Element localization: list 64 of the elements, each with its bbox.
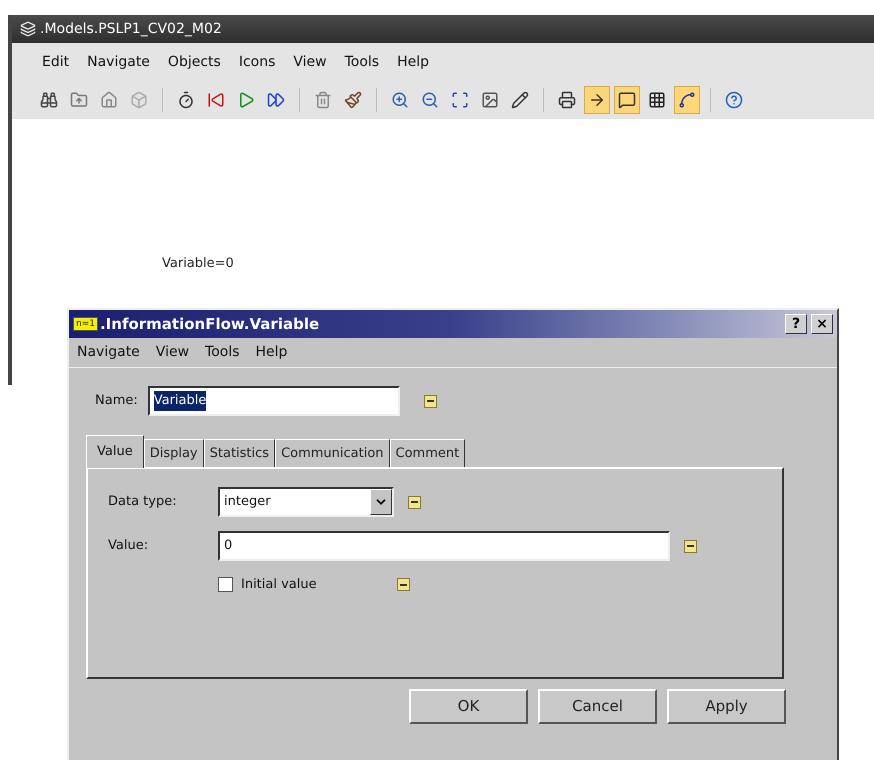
help-icon: [725, 91, 743, 109]
image-icon: [481, 91, 499, 109]
arrow-icon: [588, 91, 606, 109]
home-icon: [100, 91, 118, 109]
equals-icon[interactable]: [424, 394, 437, 408]
trash-icon: [314, 91, 332, 109]
dropdown-value: integer: [224, 493, 272, 512]
dialog-button[interactable]: Cancel: [538, 689, 657, 724]
menu-item[interactable]: Objects: [168, 52, 221, 72]
binoculars-icon: [40, 91, 58, 109]
tab[interactable]: Statistics: [204, 439, 276, 467]
menu-item[interactable]: Tools: [205, 342, 240, 363]
equals-icon[interactable]: [408, 496, 421, 508]
menu-item[interactable]: View: [293, 52, 327, 72]
dialog-title: .InformationFlow.Variable: [100, 314, 320, 335]
menu-item[interactable]: Help: [397, 52, 430, 72]
variable-icon: n=1: [73, 317, 98, 331]
menu-item[interactable]: Help: [256, 342, 288, 363]
play-icon: [237, 91, 255, 109]
tab[interactable]: Comment: [390, 439, 466, 467]
value-field[interactable]: 0: [218, 531, 670, 561]
help-button[interactable]: ?: [785, 314, 807, 334]
curve-icon: [678, 91, 696, 109]
folder-up-icon: [70, 91, 88, 109]
data-type-dropdown[interactable]: integer: [218, 487, 394, 517]
menu-item[interactable]: Tools: [344, 52, 380, 72]
field-label: Name:: [95, 392, 138, 410]
grid-icon: [648, 91, 666, 109]
brush-icon: [344, 91, 362, 109]
fast-forward-icon: [267, 91, 285, 109]
tab[interactable]: Value: [86, 435, 144, 468]
tab[interactable]: Communication: [275, 439, 390, 467]
equals-icon[interactable]: [397, 578, 410, 592]
checkbox[interactable]: [218, 577, 233, 592]
menu-item[interactable]: View: [156, 342, 190, 363]
tab[interactable]: Display: [144, 439, 204, 467]
pencil-icon: [511, 91, 529, 109]
zoom-in-icon: [391, 91, 409, 109]
close-button[interactable]: ×: [811, 314, 833, 334]
dialog-button[interactable]: Apply: [667, 689, 786, 724]
field-label: Value:: [108, 537, 150, 556]
menu-item[interactable]: Icons: [238, 52, 276, 72]
toolbar-button[interactable]: [584, 86, 610, 114]
menu-item[interactable]: Edit: [42, 52, 70, 72]
field-label: Data type:: [108, 493, 178, 512]
speech-bubble-icon: [618, 91, 636, 109]
stopwatch-icon: [177, 91, 195, 109]
checkbox-label: Initial value: [241, 576, 318, 594]
selected-text: Variable: [154, 391, 206, 411]
printer-icon: [558, 91, 576, 109]
menu-item[interactable]: Navigate: [87, 52, 150, 72]
canvas-label: Variable=0: [162, 255, 234, 273]
equals-icon[interactable]: [684, 540, 697, 552]
fit-icon: [451, 91, 469, 109]
name-field[interactable]: Variable: [148, 386, 400, 416]
toolbar-button[interactable]: [614, 86, 640, 114]
toolbar-button[interactable]: [674, 86, 700, 114]
dialog-button[interactable]: OK: [409, 689, 528, 724]
app-icon: [20, 21, 36, 37]
zoom-out-icon: [421, 91, 439, 109]
cube-icon: [130, 91, 148, 109]
menu-item[interactable]: Navigate: [77, 342, 140, 363]
window-title: .Models.PSLP1_CV02_M02: [40, 20, 222, 38]
skip-back-icon: [207, 91, 225, 109]
